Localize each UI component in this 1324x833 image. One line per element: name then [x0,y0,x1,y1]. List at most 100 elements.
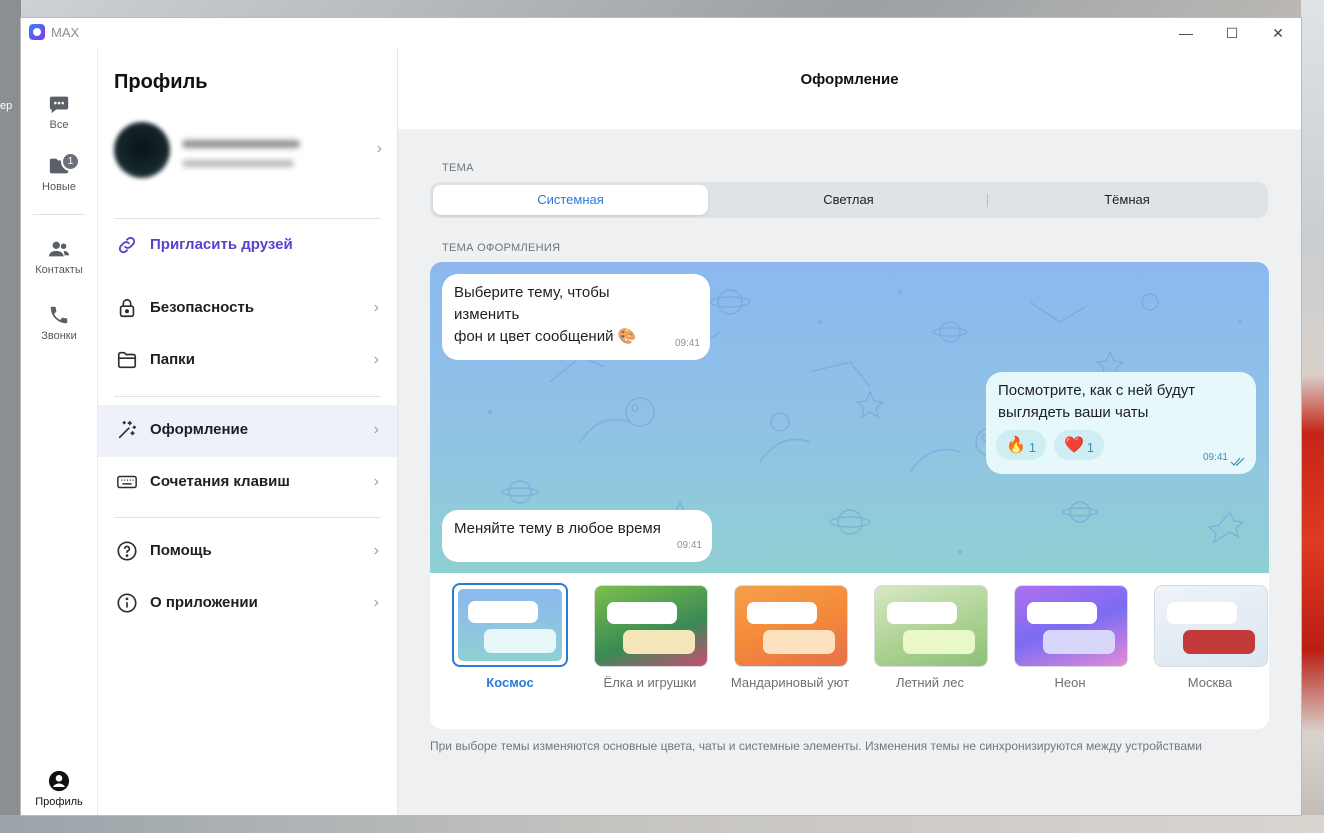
fire-emoji: 🔥 [1006,437,1026,454]
maximize-button[interactable]: ☐ [1209,18,1255,48]
rail-item-profile[interactable]: Профиль [21,770,97,808]
theme-name: Ёлка и игрушки [603,675,697,690]
chevron-right-icon: › [376,140,382,157]
menu-label-folders: Папки [150,351,195,368]
folder-outline-icon [117,351,137,369]
rail-label-new: Новые [42,181,76,193]
theme-card: Выберите тему, чтобы изменить фон и цвет… [430,262,1269,729]
menu-item-security[interactable]: Безопасность › [98,283,397,335]
rail-item-calls[interactable]: Звонки [21,304,97,342]
theme-mode-system[interactable]: Системная [433,185,708,215]
message-line: изменить [454,306,520,323]
theme-mode-switch: Системная Светлая Тёмная [430,182,1268,218]
message-line: Меняйте тему в любое время [454,520,661,537]
reaction-fire[interactable]: 🔥 1 [996,430,1046,460]
invite-friends-item[interactable]: Пригласить друзей [98,220,397,272]
message-time: 09:41 [674,338,700,349]
menu-item-folders[interactable]: Папки › [98,335,397,387]
rail-item-all[interactable]: Все [21,93,97,131]
theme-thumbnail [594,585,708,667]
message-line: Посмотрите, как с ней будут [998,382,1196,399]
rail-divider [33,214,85,215]
theme-name: Мандариновый уют [730,675,850,690]
reaction-count: 1 [1086,440,1094,455]
chevron-right-icon: › [373,351,379,368]
theme-thumbnail [452,583,568,667]
theme-thumbnail [1154,585,1268,667]
divider [114,396,381,397]
app-name: MAX [51,25,80,40]
chevron-right-icon: › [373,421,379,438]
rail-item-new[interactable]: 1 Новые [21,152,97,193]
rail-label-calls: Звонки [41,330,77,342]
menu-item-shortcuts[interactable]: Сочетания клавиш › [98,457,397,509]
reaction-count: 1 [1028,440,1036,455]
rail-item-contacts[interactable]: Контакты [21,238,97,276]
menu-item-help[interactable]: Помощь › [98,526,397,578]
message-time: 09:41 [1202,452,1228,463]
appearance-content: Оформление ТЕМА Системная Светлая Тёмная… [398,48,1301,815]
chevron-right-icon: › [373,594,379,611]
theme-footnote: При выборе темы изменяются основные цвет… [430,739,1202,753]
nav-rail: Все 1 Новые Контакты Звонки Профиль [21,48,98,815]
profile-icon [48,770,70,792]
message-line: выглядеть ваши чаты [998,404,1149,421]
segment-divider [987,194,988,207]
theme-thumbnail [734,585,848,667]
settings-panel: Профиль › Пригласить друзей Безопасность… [98,48,398,815]
menu-item-about[interactable]: О приложении › [98,578,397,630]
rail-label-contacts: Контакты [35,264,83,276]
invite-friends-label: Пригласить друзей [150,236,293,253]
menu-label-help: Помощь [150,542,212,559]
profile-phone-blurred [182,160,294,167]
menu-item-appearance[interactable]: Оформление › [98,405,397,457]
title-bar: MAX — ☐ ✕ [21,18,1301,48]
theme-name: Космос [486,675,534,690]
chat-bubble-icon [49,96,69,114]
keyboard-icon [117,475,137,489]
phone-icon [50,306,68,324]
minimize-button[interactable]: — [1163,18,1209,48]
lock-icon [119,298,135,318]
theme-mode-light[interactable]: Светлая [711,185,986,215]
desktop-background-left: ер [0,0,21,833]
profile-name-blurred [182,140,300,148]
message-line: фон и цвет сообщений 🎨 [454,328,637,345]
avatar [114,122,170,178]
desktop-background-bottom [0,815,1324,833]
menu-label-security: Безопасность [150,299,255,316]
reaction-heart[interactable]: ❤️ 1 [1054,430,1104,460]
menu-label-shortcuts: Сочетания клавиш [150,473,290,490]
info-icon [117,593,137,613]
desktop-background-right [1301,0,1324,833]
message-bubble-outgoing: Посмотрите, как с ней будут выглядеть ва… [986,372,1256,474]
profile-card[interactable]: › [114,122,384,184]
close-button[interactable]: ✕ [1255,18,1301,48]
divider [114,517,381,518]
magic-wand-icon [118,420,137,439]
rail-label-profile: Профиль [35,796,83,808]
message-bubble-incoming: Выберите тему, чтобы изменить фон и цвет… [442,274,710,360]
content-header: Оформление [398,48,1301,129]
theme-name: Москва [1187,675,1233,690]
theme-thumbnail [874,585,988,667]
rail-label-all: Все [49,119,69,131]
design-section-label: ТЕМА ОФОРМЛЕНИЯ [442,242,561,254]
menu-label-about: О приложении [150,594,258,611]
page-title: Оформление [800,71,899,88]
link-icon [118,236,136,254]
message-line: Выберите тему, чтобы [454,284,610,301]
theme-name: Летний лес [896,675,964,690]
desktop-label-fragment: ер [0,100,13,112]
new-count-badge: 1 [61,152,80,171]
settings-title: Профиль [114,71,208,93]
app-window: MAX — ☐ ✕ Все 1 Новые Контакты Звонки Пр… [21,18,1301,815]
app-logo-icon [29,24,45,40]
theme-mode-dark[interactable]: Тёмная [989,185,1265,215]
message-time: 09:41 [676,540,702,551]
theme-section-label: ТЕМА [442,162,474,174]
chevron-right-icon: › [373,473,379,490]
contacts-icon [48,241,70,257]
chevron-right-icon: › [373,542,379,559]
heart-emoji: ❤️ [1064,437,1084,454]
